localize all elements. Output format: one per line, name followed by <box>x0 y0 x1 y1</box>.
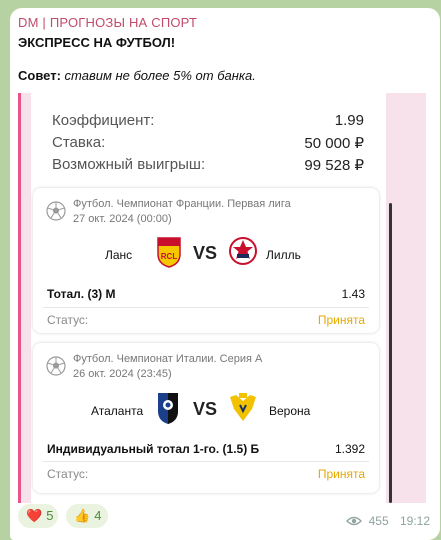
stake-row: Ставка: 50 000 ₽ <box>52 134 364 152</box>
home-team: Аталанта <box>91 404 144 418</box>
match-card: Футбол. Чемпионат Франции. Первая лига 2… <box>33 188 379 333</box>
reaction-thumbs-up[interactable]: 👍 4 <box>66 504 108 528</box>
lille-crest-icon <box>229 237 257 265</box>
divider <box>43 461 369 462</box>
stake-label: Ставка: <box>52 134 106 151</box>
advice-label: Совет: <box>18 68 61 83</box>
away-team: Верона <box>269 404 311 418</box>
away-team: Лилль <box>266 248 301 262</box>
win-row: Возможный выигрыш: 99 528 ₽ <box>52 156 364 174</box>
vs-label: VS <box>193 399 218 419</box>
vs-label: VS <box>193 243 218 263</box>
status-label: Статус: <box>47 467 89 481</box>
coef-value: 1.99 <box>334 112 364 129</box>
status-label: Статус: <box>47 313 89 327</box>
soccer-ball-icon <box>46 356 66 376</box>
lens-crest-icon: RCL <box>157 237 181 268</box>
reaction-count: 5 <box>46 508 54 523</box>
thumbs-up-icon: 👍 <box>74 508 91 523</box>
stake-value: 50 000 ₽ <box>304 135 364 152</box>
bet-odds: 1.43 <box>341 287 365 301</box>
bet-name: Индивидуальный тотал 1-го. (1.5) Б <box>47 442 260 456</box>
win-label: Возможный выигрыш: <box>52 156 206 173</box>
league-name: Футбол. Чемпионат Италии. Серия А <box>73 353 263 365</box>
coef-label: Коэффициент: <box>52 112 155 129</box>
match-date: 27 окт. 2024 (00:00) <box>73 213 172 225</box>
bet-name: Тотал. (3) М <box>47 287 116 301</box>
scrollbar[interactable] <box>389 203 392 503</box>
divider <box>43 307 369 308</box>
home-team: Ланс <box>105 248 133 262</box>
lens-crest-letters: RCL <box>161 252 178 261</box>
status-badge: Принята <box>317 313 365 327</box>
bet-odds: 1.392 <box>334 442 365 456</box>
atalanta-crest-icon <box>158 393 178 424</box>
coef-row: Коэффициент: 1.99 <box>52 112 364 129</box>
reaction-heart[interactable]: ❤️ 5 <box>18 504 58 528</box>
heart-icon: ❤️ <box>26 508 43 523</box>
channel-name[interactable]: DM | ПРОГНОЗЫ НА СПОРТ <box>18 15 197 30</box>
message-time: 19:12 <box>399 513 430 528</box>
eye-icon <box>346 516 363 525</box>
match-card: Футбол. Чемпионат Италии. Серия А 26 окт… <box>33 343 379 493</box>
bet-ticket: Коэффициент: 1.99 Ставка: 50 000 ₽ Возмо… <box>31 93 386 503</box>
post-advice: Совет: ставим не более 5% от банка. <box>18 68 256 83</box>
message-bubble: DM | ПРОГНОЗЫ НА СПОРТ ЭКСПРЕСС НА ФУТБО… <box>10 8 440 540</box>
league-name: Футбол. Чемпионат Франции. Первая лига <box>73 198 291 210</box>
soccer-ball-icon <box>46 201 66 221</box>
post-headline: ЭКСПРЕСС НА ФУТБОЛ! <box>18 35 176 50</box>
advice-text: ставим не более 5% от банка. <box>64 68 256 83</box>
status-badge: Принята <box>317 467 365 481</box>
win-value: 99 528 ₽ <box>304 157 364 174</box>
reaction-count: 4 <box>94 508 102 523</box>
message-meta: 455 19:12 <box>346 513 430 528</box>
match-date: 26 окт. 2024 (23:45) <box>73 368 172 380</box>
view-count: 455 <box>368 513 389 528</box>
bet-ticket-image[interactable]: Коэффициент: 1.99 Ставка: 50 000 ₽ Возмо… <box>18 93 426 503</box>
verona-crest-icon <box>230 393 256 421</box>
ticket-summary: Коэффициент: 1.99 Ставка: 50 000 ₽ Возмо… <box>31 99 386 181</box>
